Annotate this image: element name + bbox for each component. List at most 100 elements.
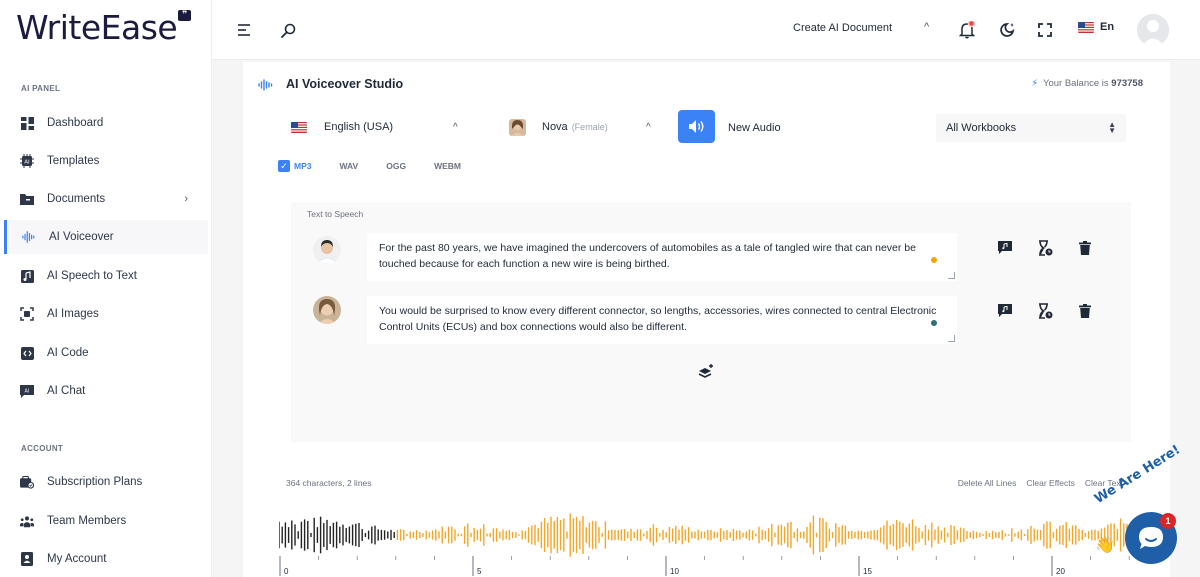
timeline-ruler: 0 5 10 15 20: [279, 556, 1130, 576]
audio-waveform[interactable]: [279, 510, 1159, 560]
voice-name: Nova: [542, 121, 568, 133]
delete-trash-icon[interactable]: [1076, 302, 1094, 320]
sidebar: WriteEase ❞ AI PANEL Dashboard AI Templa…: [0, 0, 212, 577]
new-audio-button[interactable]: New Audio: [728, 122, 781, 134]
us-flag-icon: [1078, 21, 1094, 33]
sidebar-item-templates[interactable]: AI Templates: [4, 144, 208, 178]
tts-line-textarea[interactable]: For the past 80 years, we have imagined …: [367, 233, 957, 281]
notifications-bell-icon[interactable]: [957, 20, 977, 40]
sidebar-item-label: My Account: [47, 553, 107, 565]
resize-handle[interactable]: [948, 272, 955, 279]
sort-arrows-icon: ▲ ▼: [1108, 120, 1116, 135]
format-wav[interactable]: WAV: [339, 161, 358, 171]
language-selector[interactable]: En: [1078, 21, 1114, 33]
voice-gender: (Female): [571, 122, 608, 132]
us-flag-icon: [291, 121, 307, 133]
search-icon[interactable]: [278, 20, 298, 40]
play-voice-button[interactable]: [678, 110, 715, 143]
pause-timer-icon[interactable]: [1036, 239, 1054, 257]
resize-handle[interactable]: [948, 335, 955, 342]
dark-mode-toggle-icon[interactable]: [997, 20, 1017, 40]
page-title: AI Voiceover Studio: [286, 77, 404, 91]
section-account: ACCOUNT: [21, 444, 64, 453]
chevron-up-icon: ^: [453, 121, 458, 133]
chat-icon: AI: [20, 384, 34, 398]
lightning-icon: ⚡: [1031, 78, 1038, 89]
fullscreen-icon[interactable]: [1035, 20, 1055, 40]
delete-all-lines-button[interactable]: Delete All Lines: [958, 478, 1017, 488]
sidebar-item-ai-chat[interactable]: AI AI Chat: [4, 374, 208, 408]
sidebar-item-label: Templates: [47, 155, 100, 167]
speaker-avatar[interactable]: [313, 236, 341, 264]
line-status-dot: [931, 257, 937, 263]
sidebar-item-label: AI Chat: [47, 385, 86, 397]
ruler-label: 0: [284, 567, 289, 576]
sidebar-item-label: Documents: [47, 193, 106, 205]
voiceover-icon: [258, 78, 274, 96]
images-icon: [20, 307, 34, 321]
chevron-right-icon: ›: [184, 193, 188, 205]
tts-label: Text to Speech: [307, 209, 364, 219]
code-icon: [20, 346, 34, 360]
sidebar-item-documents[interactable]: Documents ›: [4, 182, 208, 216]
sidebar-item-ai-code[interactable]: AI Code: [4, 336, 208, 370]
format-webm[interactable]: WEBM: [434, 161, 461, 171]
workbooks-select[interactable]: All Workbooks ▲ ▼: [936, 114, 1126, 142]
add-line-icon[interactable]: [698, 363, 714, 379]
documents-icon: [20, 192, 34, 206]
format-ogg[interactable]: OGG: [386, 161, 406, 171]
logo[interactable]: WriteEase ❞: [16, 8, 192, 48]
voice-change-icon[interactable]: [996, 302, 1014, 320]
format-mp3[interactable]: MP3: [294, 161, 311, 171]
sidebar-item-dashboard[interactable]: Dashboard: [4, 106, 208, 140]
voiceover-studio-panel: AI Voiceover Studio ⚡ Your Balance is 973…: [243, 62, 1170, 577]
pause-timer-icon[interactable]: [1036, 302, 1054, 320]
format-options: ✓ MP3 WAV OGG WEBM: [278, 160, 489, 172]
checkbox-checked-icon[interactable]: ✓: [278, 160, 290, 172]
voiceover-icon: [22, 230, 36, 244]
chat-notification-badge: 1: [1160, 513, 1176, 529]
sidebar-item-subscription-plans[interactable]: Subscription Plans: [4, 465, 208, 499]
account-icon: [20, 552, 34, 566]
sidebar-item-label: AI Voiceover: [49, 231, 114, 243]
language-value: English (USA): [324, 121, 394, 133]
tts-line-textarea[interactable]: You would be surprised to know every dif…: [367, 296, 957, 344]
speaker-avatar[interactable]: [313, 296, 341, 324]
balance-label: Your Balance is: [1042, 78, 1109, 89]
sidebar-item-label: AI Code: [47, 347, 89, 359]
language-code: En: [1100, 21, 1115, 33]
sidebar-item-label: Team Members: [47, 515, 127, 527]
ruler-label: 5: [477, 567, 482, 576]
sidebar-item-ai-voiceover[interactable]: AI Voiceover: [4, 220, 208, 254]
clear-actions: Delete All Lines Clear Effects Clear Tex…: [958, 478, 1123, 488]
chevron-up-icon: ^: [646, 121, 651, 133]
tts-line-text: You would be surprised to know every dif…: [379, 305, 937, 333]
create-ai-document-button[interactable]: Create AI Document: [793, 22, 892, 34]
dashboard-icon: [20, 116, 34, 130]
team-icon: [20, 514, 34, 528]
templates-icon: AI: [20, 154, 34, 168]
language-select[interactable]: English (USA) ^: [291, 112, 471, 142]
workbooks-value: All Workbooks: [946, 122, 1017, 134]
user-avatar[interactable]: [1137, 14, 1169, 46]
waving-hand-icon: 👋: [1095, 537, 1115, 554]
sidebar-item-label: Dashboard: [47, 117, 104, 129]
subscription-icon: [20, 475, 34, 489]
ruler-label: 20: [1056, 567, 1065, 576]
voice-select[interactable]: Nova (Female) ^: [509, 112, 659, 142]
delete-trash-icon[interactable]: [1076, 239, 1094, 257]
line-actions: [996, 239, 1094, 257]
sidebar-item-ai-images[interactable]: AI Images: [4, 297, 208, 331]
clear-effects-button[interactable]: Clear Effects: [1026, 478, 1075, 488]
sidebar-item-team-members[interactable]: Team Members: [4, 504, 208, 538]
voice-avatar: [509, 118, 526, 136]
text-to-speech-area: Text to Speech For the past 80 years, we…: [291, 202, 1131, 442]
menu-toggle-icon[interactable]: [235, 20, 255, 40]
sidebar-item-label: AI Speech to Text: [47, 270, 137, 282]
sidebar-item-ai-speech-to-text[interactable]: AI Speech to Text: [4, 259, 208, 293]
balance-value: 973758: [1111, 78, 1143, 89]
speech-to-text-icon: [20, 269, 34, 283]
chevron-up-icon[interactable]: ^: [924, 21, 929, 33]
sidebar-item-my-account[interactable]: My Account: [4, 542, 208, 576]
voice-change-icon[interactable]: [996, 239, 1014, 257]
